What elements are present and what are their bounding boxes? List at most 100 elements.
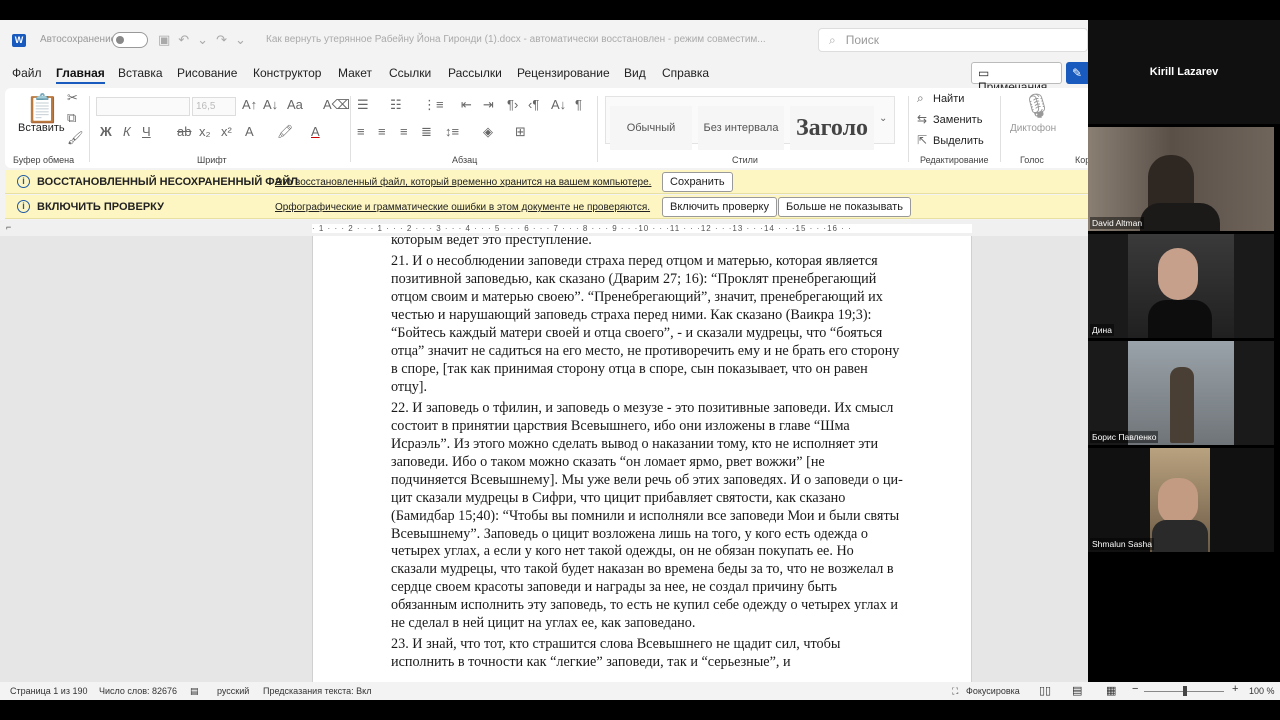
focus-mode[interactable]: Фокусировка	[966, 686, 1020, 696]
participant-tile[interactable]: Борис Павленко	[1088, 341, 1274, 445]
bold-icon[interactable]: Ж	[100, 124, 112, 139]
change-case-icon[interactable]: Aa	[287, 97, 303, 112]
tab-insert[interactable]: Вставка	[118, 66, 163, 80]
align-right-icon[interactable]: ≡	[400, 124, 408, 139]
save-button[interactable]: Сохранить	[662, 172, 733, 192]
tab-design[interactable]: Конструктор	[253, 66, 321, 80]
ltr-icon[interactable]: ¶›	[507, 97, 518, 112]
multilevel-list-icon[interactable]: ⋮≡	[423, 97, 444, 113]
dont-show-again-button[interactable]: Больше не показывать	[778, 197, 911, 217]
recovered-file-bar: i ВОССТАНОВЛЕННЫЙ НЕСОХРАНЕННЫЙ ФАЙЛ Это…	[5, 170, 1088, 194]
zoom-slider-thumb[interactable]	[1183, 686, 1187, 696]
bullets-icon[interactable]: ☰	[357, 97, 369, 113]
tab-review[interactable]: Рецензирование	[517, 66, 610, 80]
paragraph[interactable]: 23. И знай, что тот, кто страшится слова…	[391, 636, 903, 672]
rtl-icon[interactable]: ‹¶	[528, 97, 539, 112]
subscript-icon[interactable]: x₂	[199, 124, 211, 139]
tab-file[interactable]: Файл	[12, 66, 42, 80]
quick-access-icons[interactable]: ▣↶⌄↷⌄	[158, 32, 254, 48]
word-count[interactable]: Число слов: 82676	[99, 686, 177, 696]
recovered-bar-link[interactable]: Это восстановленный файл, который времен…	[275, 177, 651, 188]
format-painter-icon[interactable]: 🖌	[67, 130, 84, 146]
comments-button[interactable]: ▭ Примечания	[971, 62, 1062, 94]
proofing-bar-link[interactable]: Орфографические и грамматические ошибки …	[275, 202, 650, 213]
style-no-spacing[interactable]: Без интервала	[698, 106, 784, 150]
info-icon: i	[17, 175, 30, 188]
tab-view[interactable]: Вид	[624, 66, 646, 80]
paragraph[interactable]: 22. И заповедь о тфилин, и заповедь о ме…	[391, 400, 903, 633]
page-count[interactable]: Страница 1 из 190	[10, 686, 87, 696]
replace-icon[interactable]: ⇆	[917, 112, 927, 126]
zoom-in-icon[interactable]: +	[1232, 683, 1238, 695]
strikethrough-icon[interactable]: ab	[177, 124, 191, 139]
proofing-icon[interactable]: ▤	[190, 686, 199, 697]
decrease-indent-icon[interactable]: ⇤	[461, 97, 472, 113]
ruler-scale[interactable]: · 1 · · · 2 · · · 1 · · · 2 · · · 3 · · …	[312, 224, 972, 233]
zoom-out-icon[interactable]: −	[1132, 683, 1138, 695]
print-layout-icon[interactable]: ▤	[1072, 684, 1082, 697]
tab-references[interactable]: Ссылки	[389, 66, 431, 80]
style-heading[interactable]: Заголо	[790, 106, 874, 150]
language[interactable]: русский	[217, 686, 249, 696]
show-marks-icon[interactable]: ¶	[575, 97, 582, 112]
numbering-icon[interactable]: ☷	[390, 97, 402, 113]
tab-stop-selector[interactable]: ⌐	[6, 222, 11, 232]
align-left-icon[interactable]: ≡	[357, 124, 365, 139]
tab-layout[interactable]: Макет	[338, 66, 372, 80]
cut-icon[interactable]: ✂	[67, 90, 78, 106]
tab-mailings[interactable]: Рассылки	[448, 66, 502, 80]
styles-more-icon[interactable]: ⌄	[879, 113, 887, 124]
paste-button[interactable]: Вставить	[18, 122, 65, 134]
clear-format-icon[interactable]: A⌫	[323, 97, 350, 113]
participant-tile[interactable]: David Altman	[1088, 127, 1274, 231]
document-page[interactable]: которым ведет это преступление. 21. И о …	[312, 236, 972, 682]
enable-proofing-button[interactable]: Включить проверку	[662, 197, 777, 217]
search-input[interactable]: ⌕ Поиск	[818, 28, 1088, 52]
focus-icon[interactable]: ⛶	[952, 686, 958, 697]
shading-icon[interactable]: ◈	[483, 124, 493, 140]
borders-icon[interactable]: ⊞	[515, 124, 526, 140]
paragraph[interactable]: которым ведет это преступление.	[391, 236, 903, 250]
tab-draw[interactable]: Рисование	[177, 66, 237, 80]
style-normal[interactable]: Обычный	[610, 106, 692, 150]
paragraph[interactable]: 21. И о несоблюдении заповеди страха пер…	[391, 253, 903, 396]
dictate-button[interactable]: Диктофон	[1010, 123, 1056, 134]
superscript-icon[interactable]: x²	[221, 124, 232, 139]
document-title: Как вернуть утерянное Рабейну Йона Гирон…	[266, 34, 766, 45]
zoom-level[interactable]: 100 %	[1249, 686, 1275, 696]
paste-icon[interactable]: 📋	[25, 92, 60, 125]
line-spacing-icon[interactable]: ↕≡	[445, 124, 459, 139]
sort-icon[interactable]: A↓	[551, 97, 566, 112]
microphone-icon[interactable]: 🎙	[1022, 92, 1052, 121]
participant-tile[interactable]: Дина	[1088, 234, 1274, 338]
replace-button[interactable]: Заменить	[933, 114, 982, 126]
autosave-toggle[interactable]	[112, 32, 148, 48]
font-color-icon[interactable]: A	[311, 124, 320, 139]
font-name-box[interactable]	[96, 97, 190, 116]
participant-silhouette	[1158, 248, 1198, 300]
participant-name: Борис Павленко	[1090, 431, 1159, 443]
italic-icon[interactable]: К	[123, 124, 131, 139]
text-effects-icon[interactable]: A	[245, 124, 254, 139]
grow-font-icon[interactable]: A↑	[242, 97, 257, 112]
text-predictions[interactable]: Предсказания текста: Вкл	[263, 686, 371, 696]
document-body[interactable]: которым ведет это преступление. 21. И о …	[391, 236, 903, 676]
underline-icon[interactable]: Ч	[142, 124, 151, 139]
align-center-icon[interactable]: ≡	[378, 124, 386, 139]
select-button[interactable]: Выделить	[933, 135, 984, 147]
find-icon[interactable]: ⌕	[917, 91, 924, 106]
font-size-box[interactable]: 16,5	[192, 97, 236, 116]
read-mode-icon[interactable]: ▯▯	[1039, 684, 1051, 697]
tab-help[interactable]: Справка	[662, 66, 709, 80]
select-icon[interactable]: ⇱	[917, 133, 927, 147]
highlight-icon[interactable]: 🖍	[277, 124, 294, 140]
shrink-font-icon[interactable]: A↓	[263, 97, 278, 112]
copy-icon[interactable]: ⧉	[67, 110, 76, 126]
increase-indent-icon[interactable]: ⇥	[483, 97, 494, 113]
web-layout-icon[interactable]: ▦	[1106, 684, 1116, 697]
tab-home[interactable]: Главная	[56, 66, 105, 84]
find-button[interactable]: Найти	[933, 93, 964, 105]
justify-icon[interactable]: ≣	[421, 124, 432, 140]
participant-tile[interactable]: Shmalun Sasha	[1088, 448, 1274, 552]
editing-mode-button[interactable]: ✎	[1066, 62, 1088, 84]
